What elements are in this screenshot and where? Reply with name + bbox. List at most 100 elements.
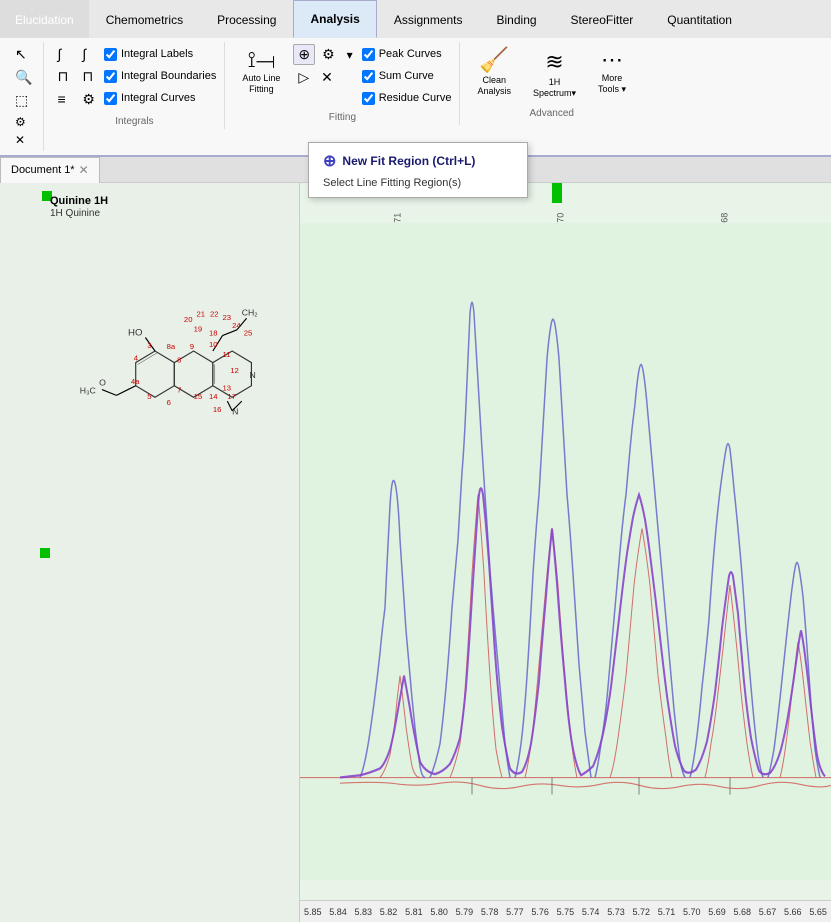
x-label-580: 5.80 [430,907,448,917]
clean-analysis-icon: 🧹 [479,49,509,73]
tab-assignments[interactable]: Assignments [377,0,480,38]
tab-quantitation[interactable]: Quantitation [650,0,749,38]
integral-icon-6[interactable]: ⚙ [77,89,100,110]
tab-processing[interactable]: Processing [200,0,293,38]
svg-text:14: 14 [209,392,218,401]
advanced-group: 🧹 CleanAnalysis ≋ 1HSpectrum▾ ⋯ MoreTool… [464,42,643,121]
spectrum-icon: ≋ [545,49,563,75]
molecule-name: Quinine 1H [50,195,108,207]
svg-text:4a: 4a [131,377,140,386]
ribbon-tab-bar: Elucidation Chemometrics Processing Anal… [0,0,831,38]
svg-text:12: 12 [230,366,239,375]
fit-more-btn[interactable]: ▾ [342,44,358,65]
svg-text:11: 11 [223,350,231,359]
tab-elucidation[interactable]: Elucidation [0,0,89,38]
fit-settings-btn[interactable]: ⚙ [317,44,340,65]
spectrum-1h-btn[interactable]: ≋ 1HSpectrum▾ [524,44,585,104]
x-axis-bar: 5.85 5.84 5.83 5.82 5.81 5.80 5.79 5.78 … [300,900,831,922]
svg-text:N: N [250,370,256,380]
svg-text:HO: HO [128,328,143,339]
svg-text:15: 15 [194,392,203,401]
integrals-group: ∫ ⊓ ≡ ∫ ⊓ ⚙ Integral Labels Integral Bou… [48,42,225,129]
x-label-576: 5.76 [531,907,549,917]
svg-text:6: 6 [167,398,171,407]
more-tools-btn[interactable]: ⋯ MoreTools ▾ [589,44,635,100]
cursor-btn[interactable]: ↖ [10,44,37,65]
x-label-572: 5.72 [632,907,650,917]
tab-stereofitter[interactable]: StereoFitter [554,0,651,38]
x-label-582: 5.82 [380,907,398,917]
auto-line-fitting-btn[interactable]: ⟟⟞ Auto LineFitting [233,44,289,100]
x-label-565: 5.65 [809,907,827,917]
new-fit-icon: ⊕ [298,46,310,63]
x-label-570: 5.70 [683,907,701,917]
advanced-group-label: Advanced [468,104,635,119]
delete-btn[interactable]: ✕ [10,131,37,149]
x-label-583: 5.83 [355,907,373,917]
integral-icon-3[interactable]: ≡ [52,89,73,109]
svg-text:25: 25 [244,329,253,338]
svg-text:7: 7 [177,385,181,394]
svg-text:19: 19 [194,325,203,334]
svg-text:H₃C: H₃C [80,385,96,395]
tab-analysis[interactable]: Analysis [293,0,376,38]
settings-btn[interactable]: ⚙ [10,113,37,131]
svg-text:9: 9 [190,342,194,351]
svg-text:O: O [99,378,106,388]
select-btn[interactable]: ⬚ [10,90,37,111]
fit-delete-icon: ✕ [321,69,333,86]
fit-delete-btn[interactable]: ✕ [316,67,338,88]
svg-text:16: 16 [213,405,222,414]
integral-icon-4[interactable]: ∫ [77,44,100,64]
svg-text:23: 23 [223,313,232,322]
document-tab[interactable]: Document 1* ✕ [0,157,100,183]
clean-analysis-btn[interactable]: 🧹 CleanAnalysis [468,44,520,102]
peak-curves-checkbox[interactable]: Peak Curves [362,44,452,64]
x-label-569: 5.69 [708,907,726,917]
spectrum-chart-area[interactable]: M₂₃ -5.71 -5.70 -5.68 [300,183,831,922]
fitting-group: ⟟⟞ Auto LineFitting ⊕ ⚙ ▾ [229,42,460,125]
zoom-btn[interactable]: 🔍 [10,67,37,88]
new-fit-region-btn[interactable]: ⊕ [293,44,315,65]
ribbon-panel: ↖ 🔍 ⬚ ⚙ ✕ ∫ ⊓ ≡ ∫ ⊓ ⚙ Integral [0,38,831,157]
tooltip-title: ⊕ New Fit Region (Ctrl+L) [323,151,513,171]
sum-curve-checkbox[interactable]: Sum Curve [362,66,452,86]
tab-chemometrics[interactable]: Chemometrics [89,0,200,38]
integral-icon-1[interactable]: ∫ [52,44,73,64]
integral-icon-2[interactable]: ⊓ [52,66,73,87]
x-label-584: 5.84 [329,907,347,917]
x-label-578: 5.78 [481,907,499,917]
svg-text:24: 24 [232,321,241,330]
tooltip-icon: ⊕ [323,151,336,171]
molecule-subtitle: 1H Quinine [50,208,100,219]
x-label-568: 5.68 [734,907,752,917]
x-label-574: 5.74 [582,907,600,917]
integral-labels-checkbox[interactable]: Integral Labels [104,44,216,64]
x-label-573: 5.73 [607,907,625,917]
x-label-581: 5.81 [405,907,423,917]
fitting-group-label: Fitting [233,108,451,123]
fit-settings-icon: ⚙ [322,46,335,63]
x-label-585: 5.85 [304,907,322,917]
x-label-566: 5.66 [784,907,802,917]
tooltip-description: Select Line Fitting Region(s) [323,177,513,189]
residue-curve-checkbox[interactable]: Residue Curve [362,88,452,108]
spectrum-svg [300,223,831,902]
fit-run-btn[interactable]: ▷ [293,67,314,88]
x-label-577: 5.77 [506,907,524,917]
svg-text:5: 5 [147,392,151,401]
svg-text:21: 21 [196,309,205,318]
integrals-group-label: Integrals [52,112,216,127]
integral-boundaries-checkbox[interactable]: Integral Boundaries [104,66,216,86]
integral-curves-checkbox[interactable]: Integral Curves [104,88,216,108]
svg-text:18: 18 [209,329,218,338]
tab-binding[interactable]: Binding [480,0,554,38]
x-label-567: 5.67 [759,907,777,917]
document-close-btn[interactable]: ✕ [79,163,89,177]
svg-text:20: 20 [184,315,193,324]
svg-text:CH₂: CH₂ [242,307,258,317]
svg-text:13: 13 [223,384,232,393]
integral-icon-5[interactable]: ⊓ [77,66,100,87]
svg-text:22: 22 [210,309,219,318]
svg-text:17: 17 [227,392,236,401]
